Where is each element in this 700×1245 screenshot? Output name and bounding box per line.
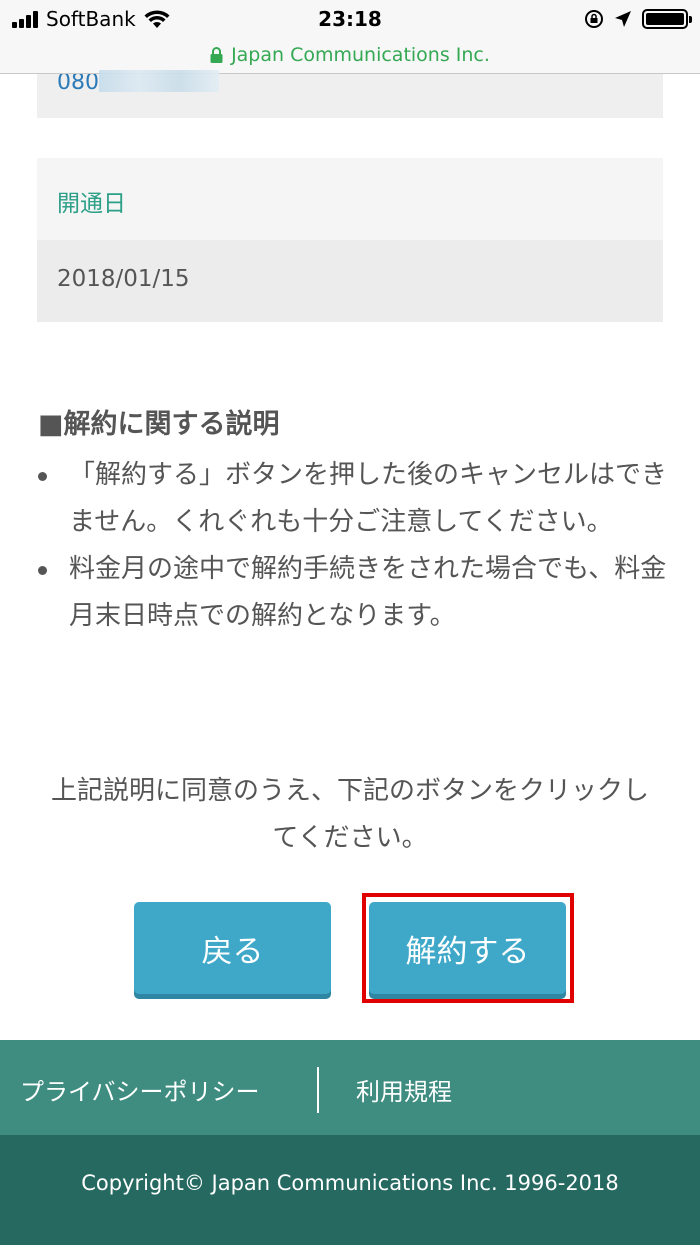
activation-date-label: 開通日 [57,191,126,217]
list-item: 料金月の途中で解約手続きをされた場合でも、料金月末日時点での解約となります。 [38,546,668,640]
phone-number-value: 080 [57,74,99,90]
lock-icon [210,46,223,63]
cancel-contract-button[interactable]: 解約する [369,902,566,994]
agreement-instruction: 上記説明に同意のうえ、下記のボタンをクリックしてください。 [50,776,649,853]
status-right [584,9,692,29]
privacy-policy-link[interactable]: プライバシーポリシー [20,1072,260,1107]
phone-number-card: 080 [37,70,663,118]
location-arrow-icon [615,11,631,27]
battery-fill [646,13,684,25]
url-display: Japan Communications Inc. [210,44,490,66]
redacted-area [99,70,219,92]
cancellation-notes-title: ■解約に関する説明 [38,409,280,440]
copyright: Copyright© Japan Communications Inc. 199… [0,1135,700,1245]
terms-link[interactable]: 利用規程 [356,1072,452,1107]
activation-date-value: 2018/01/15 [57,266,190,292]
url-bar[interactable]: Japan Communications Inc. [0,36,700,74]
footer-divider [317,1067,319,1113]
cancellation-notes-list: 「解約する」ボタンを押した後のキャンセルはできません。くれぐれも十分ご注意してく… [38,452,668,640]
activation-date-header: 開通日 [37,158,663,240]
status-bar: SoftBank 23:18 [0,0,700,40]
activation-date-row: 2018/01/15 [37,240,663,322]
battery-icon [642,9,692,29]
site-name: Japan Communications Inc. [231,43,490,66]
orientation-lock-icon [585,10,603,28]
footer-links: プライバシーポリシー 利用規程 [0,1040,700,1135]
list-item: 「解約する」ボタンを押した後のキャンセルはできません。くれぐれも十分ご注意してく… [38,452,668,546]
back-button[interactable]: 戻る [134,902,331,994]
